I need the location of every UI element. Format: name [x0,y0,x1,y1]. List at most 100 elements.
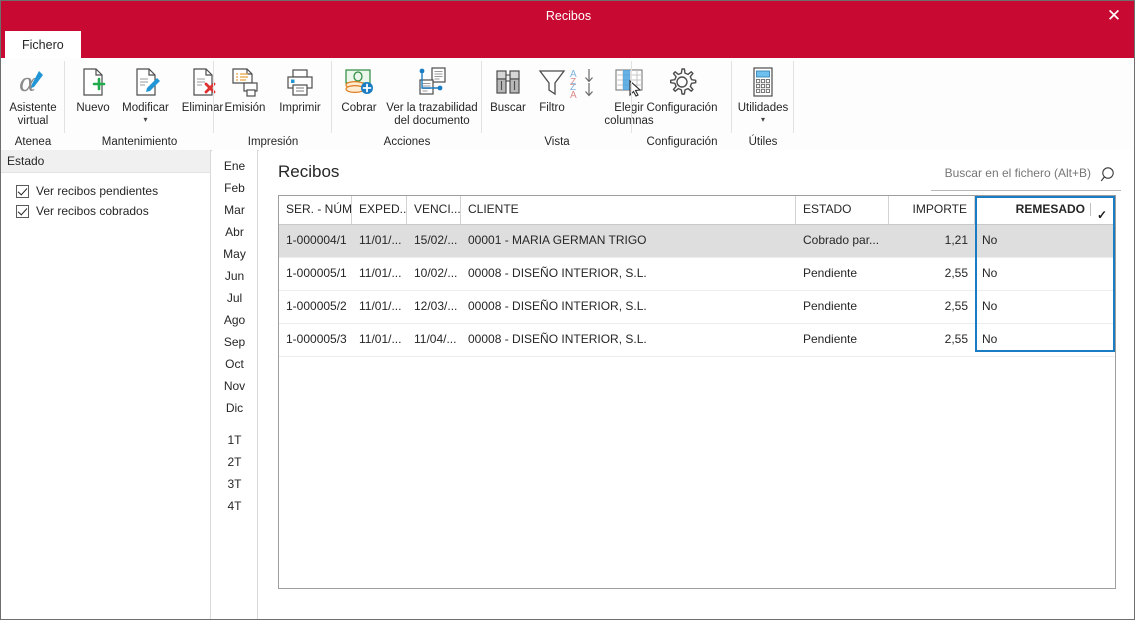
ribbon-tab-strip: Fichero [1,31,1134,58]
month-item-sep[interactable]: Sep [212,331,257,353]
grid-cell-serie[interactable]: 1-000004/1 [279,225,352,257]
ribbon-button-cobrar[interactable]: Cobrar [334,61,384,115]
month-item-oct[interactable]: Oct [212,353,257,375]
ribbon-button-emision[interactable]: Emisión [218,61,272,115]
table-row[interactable]: 1-000005/1 11/01/... 10/02/... 00008 - DISE… [279,258,1115,291]
estado-checkbox-row[interactable]: Ver recibos cobrados [1,201,210,221]
quarter-item-4t[interactable]: 4T [212,495,257,517]
month-item-jun[interactable]: Jun [212,265,257,287]
grid-cell-cliente[interactable]: 00008 - DISEÑO INTERIOR, S.L. [461,324,796,356]
ribbon-button-label: Filtro [539,102,565,114]
table-row[interactable]: 1-000004/1 11/01/... 15/02/... 00001 - MARI… [279,225,1115,258]
month-item-feb[interactable]: Feb [212,177,257,199]
month-item-ago[interactable]: Ago [212,309,257,331]
ribbon-button-buscar[interactable]: Buscar [484,61,532,115]
month-item-jul[interactable]: Jul [212,287,257,309]
month-item-may[interactable]: May [212,243,257,265]
grid-column-header-estado[interactable]: ESTADO [796,196,889,224]
month-item-nov[interactable]: Nov [212,375,257,397]
grid-cell-importe[interactable]: 2,55 [889,291,975,323]
estado-checkbox-row[interactable]: Ver recibos pendientes [1,181,210,201]
checkbox-icon[interactable] [16,204,29,218]
quarter-item-3t[interactable]: 3T [212,473,257,495]
grid-cell-importe[interactable]: 1,21 [889,225,975,257]
grid-cell-remesado[interactable]: No [975,225,1115,257]
grid-cell-expedicion[interactable]: 11/01/... [352,225,407,257]
tab-fichero[interactable]: Fichero [5,31,81,58]
close-icon[interactable]: ✕ [1092,1,1134,31]
search-icon[interactable] [1099,165,1119,190]
grid-cell-vencimiento[interactable]: 15/02/... [407,225,461,257]
ribbon-button-label: Modificar [122,102,169,114]
ribbon-button-label: Buscar [490,102,526,114]
chevron-down-icon[interactable]: ▾ [143,116,147,124]
table-row[interactable]: 1-000005/2 11/01/... 12/03/... 00008 - DISE… [279,291,1115,324]
table-row[interactable]: 1-000005/3 11/01/... 11/04/... 00008 - DISE… [279,324,1115,357]
ribbon-button-utilidades[interactable]: Utilidades ▾ [733,61,793,124]
grid-cell-estado[interactable]: Pendiente [796,324,889,356]
month-item-ene[interactable]: Ene [212,155,257,177]
grid-cell-vencimiento[interactable]: 11/04/... [407,324,461,356]
grid-cell-cliente[interactable]: 00008 - DISEÑO INTERIOR, S.L. [461,291,796,323]
grid-cell-expedicion[interactable]: 11/01/... [352,291,407,323]
grid-cell-expedicion[interactable]: 11/01/... [352,324,407,356]
search-box[interactable]: Buscar en el fichero (Alt+B) [931,164,1121,191]
grid-column-header-cliente[interactable]: CLIENTE [461,196,796,224]
month-item-dic[interactable]: Dic [212,397,257,419]
ribbon-button-filtro[interactable]: Filtro [532,61,572,115]
alpha-pen-icon: α [17,65,49,99]
grid-cell-cliente[interactable]: 00001 - MARIA GERMAN TRIGO [461,225,796,257]
grid-cell-vencimiento[interactable]: 10/02/... [407,258,461,290]
checkbox-label: Ver recibos pendientes [36,184,159,198]
estado-filter-panel: Estado Ver recibos pendientes Ver recibos… [1,150,211,619]
grid-cell-cliente[interactable]: 00008 - DISEÑO INTERIOR, S.L. [461,258,796,290]
traceability-icon [416,65,448,99]
header-divider [1090,203,1091,216]
page-title: Recibos [278,162,340,181]
grid-cell-remesado[interactable]: No [975,291,1115,323]
checkbox-label: Ver recibos cobrados [36,204,149,218]
ribbon-button-asistente-virtual[interactable]: α Asistente virtual [4,61,62,128]
grid-cell-serie[interactable]: 1-000005/1 [279,258,352,290]
month-item-abr[interactable]: Abr [212,221,257,243]
grid-cell-importe[interactable]: 2,55 [889,258,975,290]
ribbon-button-nuevo[interactable]: Nuevo [70,61,116,115]
calculator-icon [747,65,779,99]
grid-cell-estado[interactable]: Pendiente [796,291,889,323]
grid-cell-remesado[interactable]: No [975,324,1115,356]
grid-column-header-importe[interactable]: IMPORTE [889,196,975,224]
ribbon-toolbar: α Asistente virtual Atenea Nuevo Modificar ▾ E… [1,58,1134,151]
ribbon-button-ver-trazabilidad[interactable]: Ver la trazabilidad del documento [384,61,480,128]
grid-cell-remesado[interactable]: No [975,258,1115,290]
chevron-down-icon[interactable]: ▾ [761,116,765,124]
grid-column-header-serie[interactable]: SER. - NÚM. [279,196,352,224]
grid-cell-importe[interactable]: 2,55 [889,324,975,356]
ribbon-group-label: Impresión [247,136,299,148]
grid-cell-vencimiento[interactable]: 12/03/... [407,291,461,323]
grid-cell-estado[interactable]: Cobrado par... [796,225,889,257]
group-divider [793,61,794,133]
grid-cell-serie[interactable]: 1-000005/3 [279,324,352,356]
grid-cell-estado[interactable]: Pendiente [796,258,889,290]
ribbon-button-ordenar[interactable]: AZZA [570,61,598,99]
grid-header-row: SER. - NÚM. EXPED... VENCI... CLIENTE ESTADO… [279,196,1115,225]
ribbon-button-imprimir[interactable]: Imprimir [272,61,328,115]
grid-column-header-expedicion[interactable]: EXPED... [352,196,407,224]
ribbon-button-modificar[interactable]: Modificar ▾ [116,61,175,124]
column-check-icon[interactable]: ✓ [1097,202,1107,224]
ribbon-group-atenea: α Asistente virtual Atenea [1,58,65,150]
ribbon-button-configuracion[interactable]: Configuración [634,61,730,115]
quarter-item-1t[interactable]: 1T [212,429,257,451]
month-quarter-panel: Ene Feb Mar Abr May Jun Jul Ago Sep Oct Nov Dic 1T 2T… [212,150,258,619]
grid-column-header-vencimiento[interactable]: VENCI... [407,196,461,224]
search-input[interactable]: Buscar en el fichero (Alt+B) [945,166,1091,180]
quarter-item-2t[interactable]: 2T [212,451,257,473]
funnel-icon [536,65,568,99]
grid-column-header-remesado[interactable]: REMESADO ✓ [975,196,1115,224]
checkbox-icon[interactable] [16,184,29,198]
panel-spacer [212,419,257,429]
month-item-mar[interactable]: Mar [212,199,257,221]
grid-cell-serie[interactable]: 1-000005/2 [279,291,352,323]
grid-cell-expedicion[interactable]: 11/01/... [352,258,407,290]
ribbon-group-label: Atenea [14,136,52,148]
